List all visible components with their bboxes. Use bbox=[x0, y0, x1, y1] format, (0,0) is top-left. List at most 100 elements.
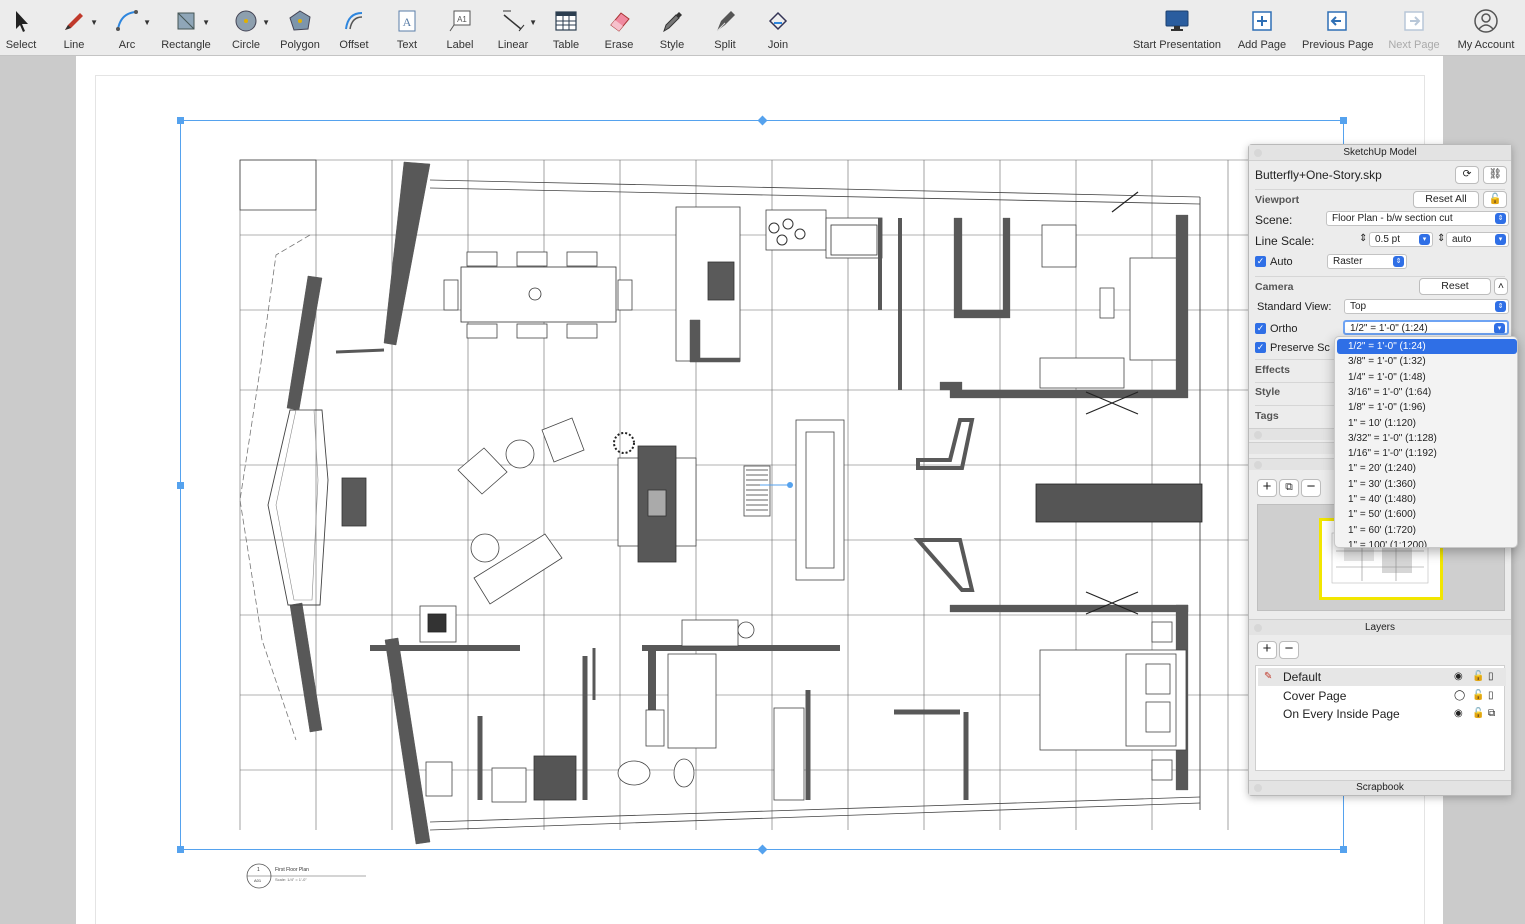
effects-section-label[interactable]: Effects bbox=[1255, 364, 1290, 376]
tool-add-page[interactable]: Add Page bbox=[1227, 4, 1297, 54]
line-scale-auto-select[interactable]: auto ▾ bbox=[1446, 232, 1509, 247]
panel-collapse-dot[interactable] bbox=[1254, 431, 1262, 439]
line-scale-label: Line Scale: bbox=[1255, 234, 1315, 248]
inspector-title-bar[interactable]: SketchUp Model bbox=[1249, 145, 1511, 161]
scale-option[interactable]: 1/16" = 1'-0" (1:192) bbox=[1337, 446, 1517, 461]
layer-row[interactable]: On Every Inside Page ◉ 🔓 ⧉ bbox=[1258, 705, 1506, 723]
tool-label[interactable]: A1 Label bbox=[430, 4, 490, 54]
auto-checkbox[interactable]: ✓ bbox=[1255, 256, 1266, 267]
scale-option[interactable]: 3/32" = 1'-0" (1:128) bbox=[1337, 431, 1517, 446]
layer-name: Default bbox=[1283, 670, 1322, 684]
scale-option[interactable]: 3/16" = 1'-0" (1:64) bbox=[1337, 385, 1517, 400]
scale-option[interactable]: 1" = 100' (1:1200) bbox=[1337, 538, 1517, 547]
plan-deck bbox=[239, 159, 317, 211]
eye-icon[interactable]: ◉ bbox=[1454, 705, 1463, 723]
link-model-button[interactable]: ⛓ bbox=[1483, 166, 1507, 184]
scale-option[interactable]: 1" = 20' (1:240) bbox=[1337, 461, 1517, 476]
chevron-down-icon[interactable]: ▼ bbox=[143, 18, 151, 27]
render-mode-select[interactable]: Raster ⇕ bbox=[1327, 254, 1407, 269]
line-scale-stepper-icon[interactable]: ⇕ bbox=[1359, 233, 1367, 244]
tool-label: My Account bbox=[1457, 39, 1515, 51]
scale-option[interactable]: 1/4" = 1'-0" (1:48) bbox=[1337, 370, 1517, 385]
page-icon[interactable]: ▯ bbox=[1488, 668, 1494, 686]
chevron-down-icon: ▾ bbox=[1494, 323, 1505, 333]
tool-text[interactable]: A Text bbox=[377, 4, 437, 54]
reset-all-button[interactable]: Reset All bbox=[1413, 191, 1479, 208]
ortho-scale-value: 1/2" = 1'-0" (1:24) bbox=[1350, 323, 1428, 334]
tool-polygon[interactable]: Polygon bbox=[270, 4, 330, 54]
auto-label: Auto bbox=[1270, 256, 1293, 268]
scale-option[interactable]: 1" = 60' (1:720) bbox=[1337, 523, 1517, 538]
tool-table[interactable]: Table bbox=[536, 4, 596, 54]
layer-row[interactable]: ✎ Default ◉ 🔓 ▯ bbox=[1258, 668, 1506, 686]
eye-icon[interactable]: ◉ bbox=[1454, 668, 1463, 686]
tool-linear[interactable]: ▼ Linear bbox=[483, 4, 543, 54]
tool-previous-page[interactable]: Previous Page bbox=[1302, 4, 1374, 54]
preserve-scale-checkbox[interactable]: ✓ bbox=[1255, 342, 1266, 353]
tool-line[interactable]: ▼ Line bbox=[44, 4, 104, 54]
tool-split[interactable]: Split bbox=[695, 4, 755, 54]
tool-style[interactable]: Style bbox=[642, 4, 702, 54]
scene-select[interactable]: Floor Plan - b/w section cut ⇕ bbox=[1326, 211, 1509, 226]
chevron-down-icon[interactable]: ▼ bbox=[202, 18, 210, 27]
panel-collapse-dot[interactable] bbox=[1254, 149, 1262, 157]
tool-arc[interactable]: ▼ Arc bbox=[97, 4, 157, 54]
camera-collapse-button[interactable]: ˄ bbox=[1494, 278, 1508, 295]
tool-join[interactable]: Join bbox=[748, 4, 808, 54]
unlock-icon[interactable]: 🔓 bbox=[1472, 705, 1484, 723]
scene-value: Floor Plan - b/w section cut bbox=[1332, 213, 1453, 224]
remove-layer-button[interactable]: − bbox=[1279, 641, 1299, 659]
plan-fixture bbox=[737, 621, 755, 639]
remove-button[interactable]: − bbox=[1301, 479, 1321, 497]
account-icon bbox=[1474, 9, 1498, 33]
layer-row[interactable]: Cover Page ◯ 🔓 ▯ bbox=[1258, 687, 1506, 705]
tool-start-presentation[interactable]: Start Presentation bbox=[1129, 4, 1225, 54]
panel-collapse-dot[interactable] bbox=[1254, 461, 1262, 469]
refresh-icon: ⟳ bbox=[1462, 168, 1472, 180]
plan-bench bbox=[1035, 483, 1203, 523]
scale-option[interactable]: 1" = 50' (1:600) bbox=[1337, 507, 1517, 522]
layers-panel-header[interactable]: Layers bbox=[1249, 619, 1511, 635]
layers-list: ✎ Default ◉ 🔓 ▯ Cover Page ◯ 🔓 ▯ On Every Inside … bbox=[1255, 665, 1506, 771]
polygon-icon bbox=[289, 10, 311, 31]
plan-dresser bbox=[1039, 357, 1125, 389]
ortho-checkbox[interactable]: ✓ bbox=[1255, 323, 1266, 334]
tool-circle[interactable]: ▼ Circle bbox=[216, 4, 276, 54]
scale-option[interactable]: 1" = 10' (1:120) bbox=[1337, 416, 1517, 431]
unlock-icon[interactable]: 🔓 bbox=[1472, 668, 1484, 686]
scale-option[interactable]: 1/8" = 1'-0" (1:96) bbox=[1337, 400, 1517, 415]
tool-offset[interactable]: Offset bbox=[324, 4, 384, 54]
duplicate-button[interactable]: ⧉ bbox=[1279, 479, 1299, 497]
scrapbook-panel-header[interactable]: Scrapbook bbox=[1249, 780, 1511, 795]
plan-fridge bbox=[825, 217, 883, 259]
chevron-down-icon[interactable]: ▼ bbox=[262, 18, 270, 27]
ortho-scale-select[interactable]: 1/2" = 1'-0" (1:24) ▾ bbox=[1343, 320, 1509, 335]
tool-erase[interactable]: Erase bbox=[589, 4, 649, 54]
refresh-model-button[interactable]: ⟳ bbox=[1455, 166, 1479, 184]
shared-page-icon[interactable]: ⧉ bbox=[1488, 705, 1495, 723]
tool-next-page[interactable]: Next Page bbox=[1379, 4, 1449, 54]
line-scale-auto-stepper-icon[interactable]: ⇕ bbox=[1437, 233, 1445, 244]
unlock-icon[interactable]: 🔓 bbox=[1472, 687, 1484, 705]
page-icon[interactable]: ▯ bbox=[1488, 687, 1494, 705]
plan-wall bbox=[383, 161, 431, 346]
standard-view-select[interactable]: Top ⇕ bbox=[1344, 299, 1509, 314]
tool-rectangle[interactable]: ▼ Rectangle bbox=[156, 4, 216, 54]
tool-label: Erase bbox=[604, 39, 634, 51]
add-layer-button[interactable]: + bbox=[1257, 641, 1277, 659]
plan-counter bbox=[681, 619, 739, 647]
line-scale-select[interactable]: 0.5 pt ▾ bbox=[1369, 232, 1433, 247]
scale-option[interactable]: 1/2" = 1'-0" (1:24) bbox=[1337, 339, 1517, 354]
eye-closed-icon[interactable]: ◯ bbox=[1454, 687, 1465, 705]
scale-option[interactable]: 1" = 30' (1:360) bbox=[1337, 477, 1517, 492]
scale-option[interactable]: 1" = 40' (1:480) bbox=[1337, 492, 1517, 507]
tags-section-label[interactable]: Tags bbox=[1255, 410, 1279, 422]
lock-viewport-button[interactable]: 🔓 bbox=[1483, 191, 1507, 208]
style-section-label[interactable]: Style bbox=[1255, 386, 1280, 398]
camera-reset-button[interactable]: Reset bbox=[1419, 278, 1491, 295]
eraser-icon bbox=[610, 12, 630, 32]
pointer-arrow-icon bbox=[16, 11, 28, 32]
add-button[interactable]: + bbox=[1257, 479, 1277, 497]
scale-option[interactable]: 3/8" = 1'-0" (1:32) bbox=[1337, 354, 1517, 369]
tool-my-account[interactable]: My Account bbox=[1451, 4, 1521, 54]
